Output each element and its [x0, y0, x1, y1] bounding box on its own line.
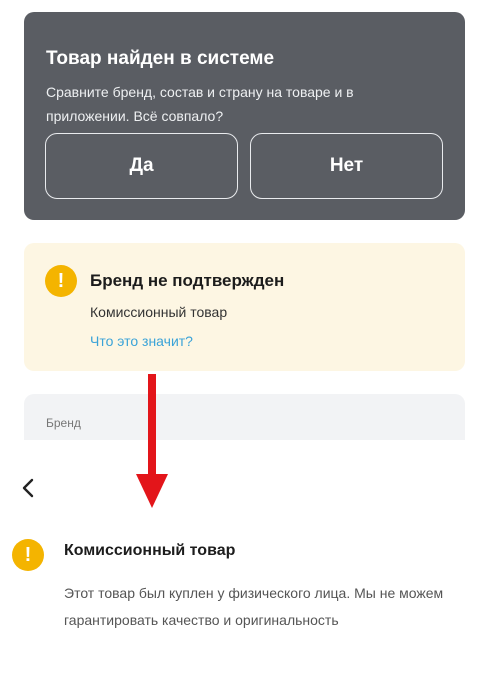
chevron-left-icon[interactable]: [14, 474, 42, 502]
brand-label: Бренд: [46, 416, 81, 430]
transition-arrow: [136, 374, 168, 508]
back-arrow-svg: [22, 478, 34, 498]
no-button[interactable]: Нет: [250, 133, 443, 199]
commission-detail-screen: ! Комиссионный товар Этот товар был купл…: [0, 440, 488, 684]
product-found-title: Товар найден в системе: [46, 48, 275, 69]
product-found-card: Товар найден в системе Сравните бренд, с…: [24, 12, 465, 220]
product-check-screen: Товар найден в системе Сравните бренд, с…: [0, 0, 488, 454]
product-found-description: Сравните бренд, состав и страну на товар…: [46, 84, 354, 124]
exclamation-icon: !: [45, 265, 77, 297]
brand-warning-subtitle: Комиссионный товар: [90, 304, 228, 320]
exclamation-icon: !: [12, 539, 44, 571]
what-does-it-mean-link[interactable]: Что это значит?: [90, 333, 193, 349]
detail-body: Этот товар был куплен у физического лица…: [64, 585, 444, 628]
brand-warning-card: ! Бренд не подтвержден Комиссионный това…: [24, 243, 465, 371]
brand-warning-title: Бренд не подтвержден: [90, 271, 285, 290]
detail-title: Комиссионный товар: [64, 542, 236, 559]
yes-button[interactable]: Да: [45, 133, 238, 199]
